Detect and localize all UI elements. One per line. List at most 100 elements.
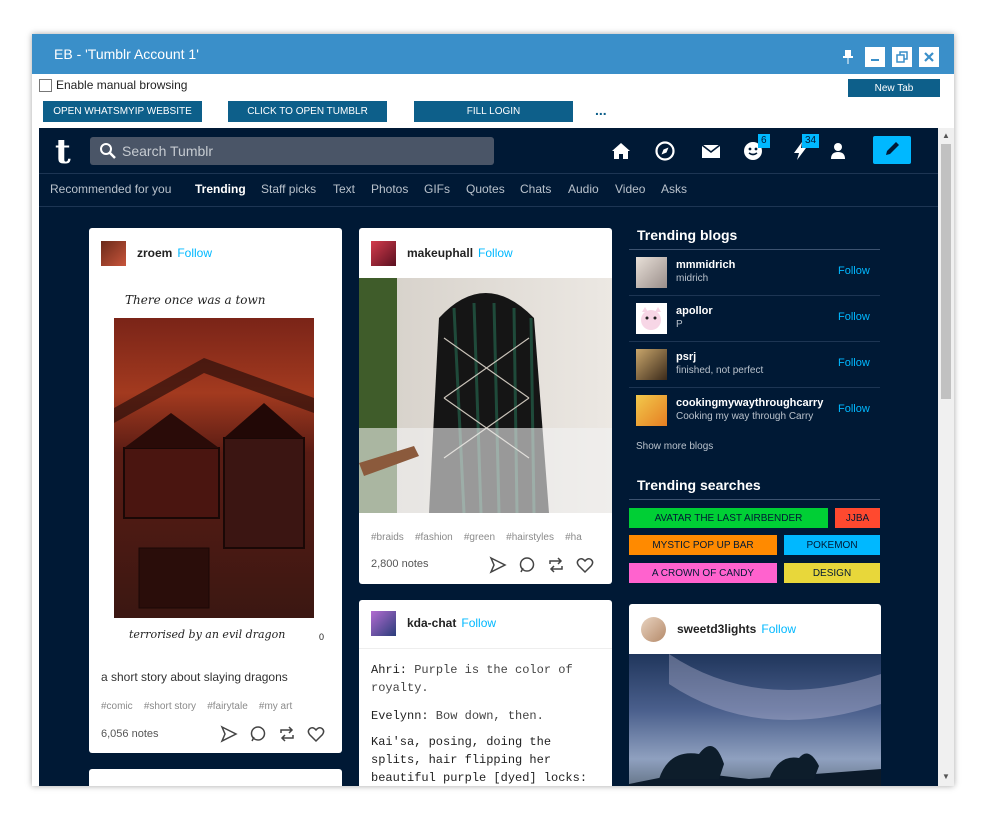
pin-icon[interactable] (838, 47, 858, 67)
manual-browsing-label: Enable manual browsing (56, 78, 188, 92)
close-button[interactable] (919, 47, 939, 67)
like-icon[interactable] (307, 725, 325, 748)
trending-search-pill[interactable]: JJBA (835, 508, 880, 528)
trending-search-pill[interactable]: MYSTIC POP UP BAR (629, 535, 777, 555)
blog-name[interactable]: mmmidrich (676, 259, 833, 271)
avatar[interactable] (636, 395, 667, 426)
tab-video[interactable]: Video (615, 182, 645, 196)
tab-recommended[interactable]: Recommended for you (50, 182, 171, 196)
scroll-down-icon[interactable]: ▼ (942, 772, 950, 781)
follow-button[interactable]: Follow (838, 265, 870, 277)
scrollbar[interactable]: ▲ ▼ (938, 128, 954, 786)
tab-staff-picks[interactable]: Staff picks (261, 182, 316, 196)
avatar[interactable] (101, 240, 126, 266)
divider (359, 648, 612, 649)
post-photo[interactable] (629, 654, 881, 786)
account-icon[interactable] (827, 140, 849, 162)
tab-text[interactable]: Text (333, 182, 355, 196)
post-photo[interactable] (359, 278, 612, 514)
avatar[interactable] (636, 257, 667, 288)
trending-search-pill[interactable]: DESIGN (784, 563, 880, 583)
tag[interactable]: #comic (101, 701, 133, 712)
trending-blog-row[interactable]: apollor P Follow (629, 296, 880, 342)
follow-button[interactable]: Follow (177, 246, 212, 260)
avatar[interactable] (371, 610, 396, 636)
follow-button[interactable]: Follow (761, 622, 796, 636)
post-username[interactable]: zroem (137, 246, 172, 260)
trending-search-pill[interactable]: A CROWN OF CANDY (629, 563, 777, 583)
trending-searches-title: Trending searches (637, 477, 761, 493)
like-icon[interactable] (576, 556, 594, 579)
reblog-icon[interactable] (278, 725, 296, 748)
minimize-button[interactable] (865, 47, 885, 67)
follow-button[interactable]: Follow (461, 616, 496, 630)
window-title: EB - 'Tumblr Account 1' (54, 46, 199, 62)
notes-count[interactable]: 6,056 notes (101, 728, 159, 740)
tab-chats[interactable]: Chats (520, 182, 551, 196)
tab-photos[interactable]: Photos (371, 182, 408, 196)
share-icon[interactable] (489, 556, 507, 579)
reply-icon[interactable] (518, 556, 536, 579)
trending-blog-row[interactable]: mmmidrich midrich Follow (629, 250, 880, 296)
more-button[interactable]: ... (595, 102, 607, 118)
tab-trending[interactable]: Trending (195, 182, 246, 196)
blog-name[interactable]: apollor (676, 305, 833, 317)
new-tab-button[interactable]: New Tab (848, 79, 940, 97)
tag[interactable]: #hairstyles (506, 532, 554, 543)
explore-icon[interactable] (654, 140, 676, 162)
open-whatsmyip-button[interactable]: OPEN WHATSMYIP WEBSITE (43, 101, 202, 122)
notes-count[interactable]: 2,800 notes (371, 558, 429, 570)
tab-gifs[interactable]: GIFs (424, 182, 450, 196)
tag[interactable]: #braids (371, 532, 404, 543)
post-username[interactable]: makeuphall (407, 246, 473, 260)
post-header: sweetd3lights Follow (641, 616, 796, 642)
reply-icon[interactable] (249, 725, 267, 748)
avatar[interactable] (636, 349, 667, 380)
tab-audio[interactable]: Audio (568, 182, 599, 196)
tumblr-logo[interactable]: t (55, 132, 71, 172)
blog-name[interactable]: psrj (676, 351, 833, 363)
search-input[interactable]: Search Tumblr (90, 137, 494, 165)
home-icon[interactable] (610, 140, 632, 162)
avatar[interactable] (636, 303, 667, 334)
tag[interactable]: #fashion (415, 532, 453, 543)
post-header: makeuphall Follow (371, 240, 513, 266)
share-icon[interactable] (220, 725, 238, 748)
post-username[interactable]: sweetd3lights (677, 622, 756, 636)
mail-icon[interactable] (700, 140, 722, 162)
trending-search-pill[interactable]: POKEMON (784, 535, 880, 555)
manual-browsing-checkbox[interactable] (39, 79, 52, 92)
tab-asks[interactable]: Asks (661, 182, 687, 196)
show-more-blogs-link[interactable]: Show more blogs (636, 441, 713, 452)
trending-blog-row[interactable]: cookingmywaythroughcarry Cooking my way … (629, 388, 880, 433)
tag[interactable]: #green (464, 532, 495, 543)
follow-button[interactable]: Follow (838, 357, 870, 369)
compose-button[interactable] (873, 136, 911, 164)
trending-search-pill[interactable]: AVATAR THE LAST AIRBENDER (629, 508, 828, 528)
chat-line: Ahri: Purple is the color of royalty. (371, 661, 599, 697)
comic-panel (114, 318, 314, 618)
trending-blog-row[interactable]: psrj finished, not perfect Follow (629, 342, 880, 388)
blog-name[interactable]: cookingmywaythroughcarry (676, 397, 833, 409)
comic-image[interactable]: There once was a town terrorised by an e… (89, 278, 342, 658)
reblog-icon[interactable] (547, 556, 565, 579)
post-username[interactable]: kda-chat (407, 616, 456, 630)
page-number: 0 (319, 632, 325, 642)
fill-login-button[interactable]: FILL LOGIN (414, 101, 573, 122)
restore-button[interactable] (892, 47, 912, 67)
scroll-up-icon[interactable]: ▲ (942, 131, 950, 140)
avatar[interactable] (641, 616, 666, 642)
tag[interactable]: #ha (565, 532, 582, 543)
scroll-thumb[interactable] (941, 144, 951, 399)
tab-quotes[interactable]: Quotes (466, 182, 505, 196)
tag[interactable]: #my art (259, 701, 292, 712)
open-tumblr-button[interactable]: CLICK TO OPEN TUMBLR (228, 101, 387, 122)
follow-button[interactable]: Follow (838, 403, 870, 415)
tag[interactable]: #fairytale (207, 701, 248, 712)
follow-button[interactable]: Follow (478, 246, 513, 260)
avatar[interactable] (371, 240, 396, 266)
follow-button[interactable]: Follow (838, 311, 870, 323)
browser-view: t Search Tumblr 6 34 Recommended for you… (39, 128, 938, 786)
tag[interactable]: #short story (144, 701, 196, 712)
chat-speaker: Ahri: (371, 663, 408, 677)
